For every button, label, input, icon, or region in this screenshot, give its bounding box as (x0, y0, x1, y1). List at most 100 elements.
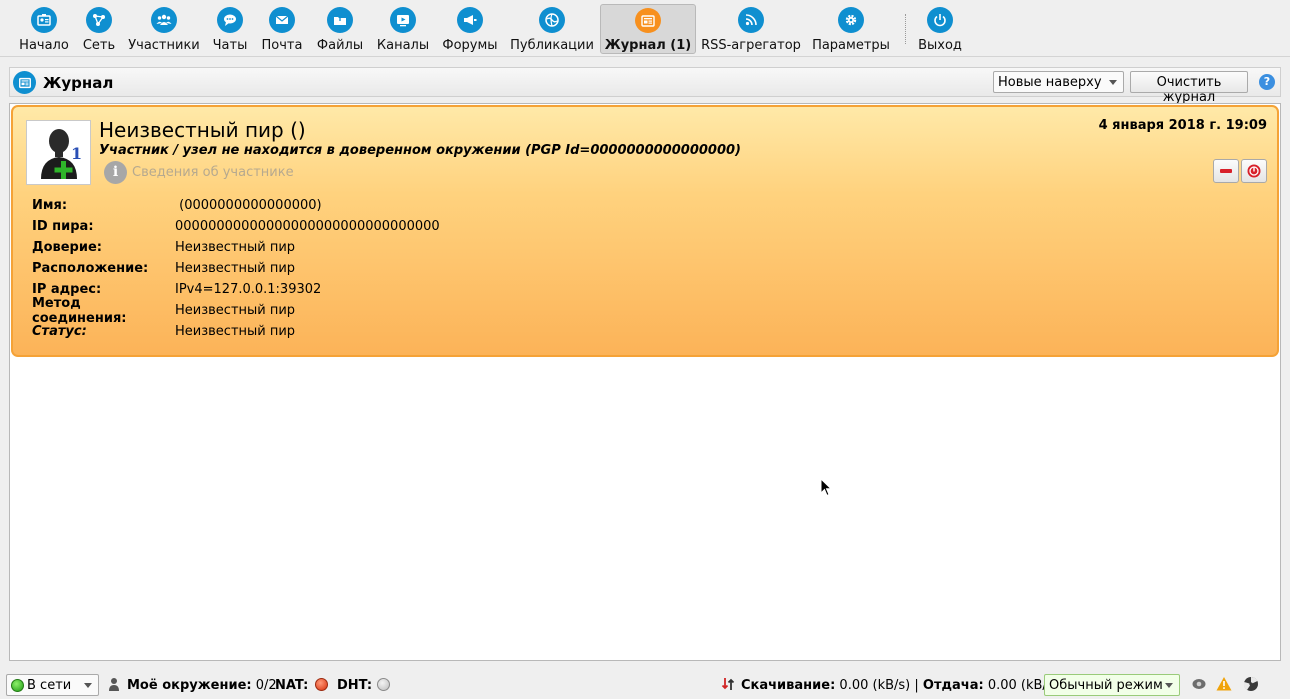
online-status-value: В сети (27, 678, 72, 693)
peer-discovery-icon[interactable] (1191, 676, 1207, 692)
detail-row: Статус: Неизвестный пир (32, 321, 440, 342)
page-header: Журнал Новые наверху Очистить журнал ? (9, 67, 1281, 105)
page-title: Журнал (43, 74, 114, 92)
toolbar-label: Публикации (510, 38, 594, 53)
power-icon (927, 7, 953, 33)
network-icon (86, 7, 112, 33)
friends-status: Моё окружение: 0/2 (127, 678, 277, 693)
detail-row: Метод соединения: Неизвестный пир (32, 296, 440, 326)
unknown-peer-icon: 1 (41, 129, 82, 179)
toolbar-label: Начало (19, 38, 69, 53)
toolbar-label: Чаты (212, 38, 248, 53)
nat-label: NAT: (275, 678, 309, 693)
forums-icon (457, 7, 483, 33)
gear-icon (838, 7, 864, 33)
channels-icon (390, 7, 416, 33)
status-bar: В сети Моё окружение: 0/2 NAT: DHT: Скач… (0, 670, 1290, 699)
toolbar-item-newsfeed[interactable]: Журнал (1) (600, 4, 696, 54)
toolbar-label: Каналы (376, 38, 430, 53)
detail-label: Имя: (32, 198, 68, 213)
remove-item-button[interactable] (1213, 159, 1239, 183)
detail-label: Статус: (32, 324, 87, 339)
peer-details-link[interactable]: Сведения об участнике (132, 165, 294, 180)
dht-label: DHT: (337, 678, 373, 693)
upload-label: Отдача: (922, 678, 984, 693)
detail-value: 00000000000000000000000000000000 (175, 219, 440, 234)
toolbar-item-files[interactable]: Файлы (315, 4, 365, 54)
toolbar-item-settings[interactable]: Параметры (812, 4, 890, 54)
detail-value: IPv4=127.0.0.1:39302 (175, 282, 322, 297)
toolbar-label: Журнал (1) (604, 38, 692, 53)
detail-label: Метод соединения: (32, 295, 127, 326)
online-status-select[interactable]: В сети (6, 674, 99, 696)
detail-value: Неизвестный пир (175, 324, 296, 339)
toolbar-label: Параметры (812, 38, 890, 53)
files-icon (327, 7, 353, 33)
detail-value: Неизвестный пир (175, 303, 296, 318)
toolbar-item-mail[interactable]: Почта (260, 4, 304, 54)
bandwidth-separator: | (914, 678, 919, 693)
newsfeed-icon (13, 71, 36, 94)
detail-value: Неизвестный пир (175, 261, 296, 276)
detail-value: Неизвестный пир (175, 240, 296, 255)
toolbar-separator (905, 14, 909, 44)
toolbar-item-forums[interactable]: Форумы (441, 4, 499, 54)
toolbar-item-network[interactable]: Сеть (80, 4, 118, 54)
posted-icon (539, 7, 565, 33)
detail-row: Имя: (0000000000000000) (32, 195, 440, 216)
sort-order-select[interactable]: Новые наверху (993, 71, 1124, 93)
operating-mode-value: Обычный режим (1049, 678, 1163, 693)
chevron-down-icon (84, 683, 92, 688)
toolbar-item-quit[interactable]: Выход (917, 4, 963, 54)
toolbar-label: Сеть (82, 38, 116, 53)
main-toolbar: Начало Сеть Участники Чаты Почта Файлы К… (0, 0, 1290, 57)
feed-item-card: 1 Неизвестный пир () 4 января 2018 г. 19… (11, 105, 1279, 357)
toolbar-item-rss[interactable]: RSS-агрегатор (701, 4, 801, 54)
nat-status-led-icon (315, 678, 328, 691)
deny-icon (1247, 164, 1261, 178)
mail-icon (269, 7, 295, 33)
toolbar-item-home[interactable]: Начало (14, 4, 74, 54)
info-icon[interactable]: i (104, 161, 127, 184)
avatar: 1 (26, 120, 91, 185)
toolbar-item-posted[interactable]: Публикации (509, 4, 595, 54)
trust-warning: Участник / узел не находится в доверенно… (99, 143, 741, 158)
toolbar-label: Почта (261, 38, 303, 53)
remove-peer-button[interactable] (1241, 159, 1267, 183)
mouse-cursor-icon (820, 478, 833, 497)
bandwidth-status: Скачивание: 0.00 (kB/s) | Отдача: 0.00 (… (741, 678, 1059, 693)
sort-order-value: Новые наверху (998, 75, 1102, 90)
download-value: 0.00 (kB/s) (839, 678, 911, 693)
operating-mode-select[interactable]: Обычный режим (1044, 674, 1180, 696)
toolbar-label: Файлы (316, 38, 364, 53)
chevron-down-icon (1109, 80, 1117, 85)
peer-details: Имя: (0000000000000000) ID пира: 0000000… (32, 195, 440, 342)
peer-name: Неизвестный пир () (99, 118, 306, 142)
rss-icon (738, 7, 764, 33)
download-label: Скачивание: (741, 678, 836, 693)
minus-icon (1220, 169, 1232, 173)
friends-value: 0/2 (255, 678, 277, 693)
newsfeed-icon (635, 8, 661, 33)
toolbar-item-channels[interactable]: Каналы (375, 4, 431, 54)
clear-feed-button[interactable]: Очистить журнал (1130, 71, 1248, 105)
toolbar-item-chats[interactable]: Чаты (210, 4, 250, 54)
avatar-badge: 1 (71, 144, 82, 163)
friends-label: Моё окружение: (127, 678, 252, 693)
detail-row: Расположение: Неизвестный пир (32, 258, 440, 279)
help-icon[interactable]: ? (1259, 74, 1275, 90)
toolbar-item-people[interactable]: Участники (127, 4, 201, 54)
chat-icon (217, 7, 243, 33)
chevron-down-icon (1165, 683, 1173, 688)
detail-label: ID пира: (32, 219, 94, 234)
transfer-arrows-icon (721, 678, 735, 690)
detail-label: Доверие: (32, 240, 102, 255)
dht-status-led-icon (377, 678, 390, 691)
toolbar-label: Участники (128, 38, 200, 53)
tor-network-icon[interactable] (1243, 676, 1259, 692)
detail-label: Расположение: (32, 261, 149, 276)
toolbar-label: Форумы (442, 38, 498, 53)
warning-icon[interactable] (1216, 676, 1232, 692)
person-icon (109, 678, 119, 691)
toolbar-label: RSS-агрегатор (701, 38, 801, 53)
